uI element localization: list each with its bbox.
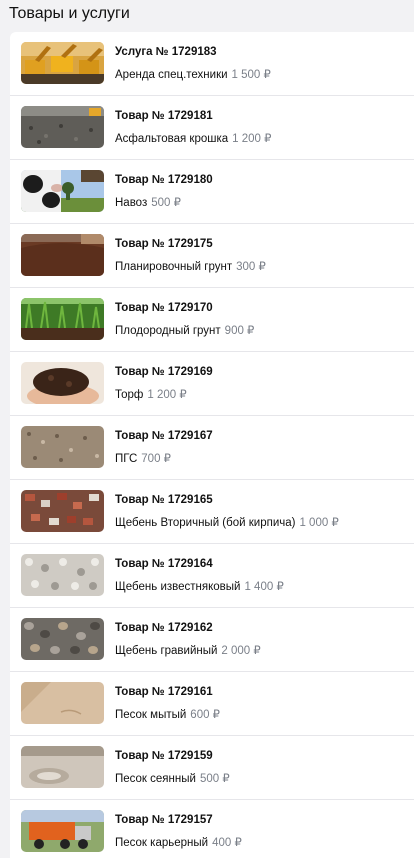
products-list: Услуга № 1729183 Аренда спец.техники 1 50… [10,32,414,858]
item-name: Аренда спец.техники [115,69,228,81]
asphalt-crumb-photo [21,106,104,148]
item-title: Товар № 1729167 [115,430,213,442]
page: Товары и услуги Услуга № 1729183 Аренда … [0,0,414,858]
list-item[interactable]: Товар № 1729170 Плодородный грунт 900 ₽ [10,288,414,352]
item-name: Песок мытый [115,709,187,721]
grass-soil-photo [21,298,104,340]
item-price: 300 ₽ [236,261,266,273]
item-price: 1 000 ₽ [299,517,339,529]
sifted-sand-photo [21,746,104,788]
excavator-photo [21,42,104,84]
item-name: Планировочный грунт [115,261,233,273]
item-price: 2 000 ₽ [221,645,261,657]
item-name: Асфальтовая крошка [115,133,229,145]
list-item[interactable]: Товар № 1729161 Песок мытый 600 ₽ [10,672,414,736]
list-item[interactable]: Товар № 1729169 Торф 1 200 ₽ [10,352,414,416]
list-item[interactable]: Товар № 1729175 Планировочный грунт 300 ₽ [10,224,414,288]
item-title: Товар № 1729181 [115,110,213,122]
list-item[interactable]: Товар № 1729167 ПГС 700 ₽ [10,416,414,480]
list-item[interactable]: Товар № 1729159 Песок сеянный 500 ₽ [10,736,414,800]
item-price: 1 200 ₽ [147,389,187,401]
item-title: Товар № 1729165 [115,494,213,506]
list-item[interactable]: Товар № 1729157 Песок карьерный 400 ₽ [10,800,414,858]
item-price: 1 500 ₽ [231,69,271,81]
item-name: Щебень известняковый [115,581,241,593]
item-name: Песок карьерный [115,837,209,849]
item-title: Товар № 1729161 [115,686,213,698]
list-item[interactable]: Товар № 1729165 Щебень Вторичный (бой ки… [10,480,414,544]
item-price: 500 ₽ [151,197,181,209]
item-title: Товар № 1729164 [115,558,213,570]
list-item[interactable]: Товар № 1729164 Щебень известняковый 1 40… [10,544,414,608]
item-price: 600 ₽ [190,709,220,721]
item-name: Щебень гравийный [115,645,218,657]
item-price: 1 200 ₽ [232,133,272,145]
list-item[interactable]: Товар № 1729181 Асфальтовая крошка 1 200 … [10,96,414,160]
cow-photo [21,170,104,212]
item-name: Торф [115,389,144,401]
item-price: 500 ₽ [199,773,230,785]
item-price: 900 ₽ [224,325,255,337]
list-item[interactable]: Товар № 1729162 Щебень гравийный 2 000 ₽ [10,608,414,672]
item-title: Товар № 1729162 [115,622,213,634]
item-title: Товар № 1729169 [115,366,213,378]
item-name: Щебень Вторичный (бой кирпича) [115,517,296,529]
item-name: Плодородный грунт [115,325,221,337]
brick-rubble-photo [21,490,104,532]
list-item[interactable]: Товар № 1729180 Навоз 500 ₽ [10,160,414,224]
item-title: Товар № 1729175 [115,238,213,250]
item-name: Песок сеянный [115,773,196,785]
item-title: Товар № 1729159 [115,750,213,762]
soil-pile-photo [21,234,104,276]
washed-sand-photo [21,682,104,724]
item-name: Навоз [115,197,148,209]
item-title: Товар № 1729170 [115,302,213,314]
item-title: Товар № 1729157 [115,814,213,826]
item-price: 1 400 ₽ [244,581,284,593]
dump-truck-photo [21,810,104,852]
gravel-sand-photo [21,426,104,468]
list-item[interactable]: Услуга № 1729183 Аренда спец.техники 1 50… [10,32,414,96]
item-name: ПГС [115,453,138,465]
item-price: 400 ₽ [212,837,242,849]
item-title: Товар № 1729180 [115,174,213,186]
gravel-photo [21,618,104,660]
page-title: Товары и услуги [9,5,130,22]
item-price: 700 ₽ [141,453,171,465]
item-title: Услуга № 1729183 [115,46,217,58]
peat-hands-photo [21,362,104,404]
limestone-photo [21,554,104,596]
